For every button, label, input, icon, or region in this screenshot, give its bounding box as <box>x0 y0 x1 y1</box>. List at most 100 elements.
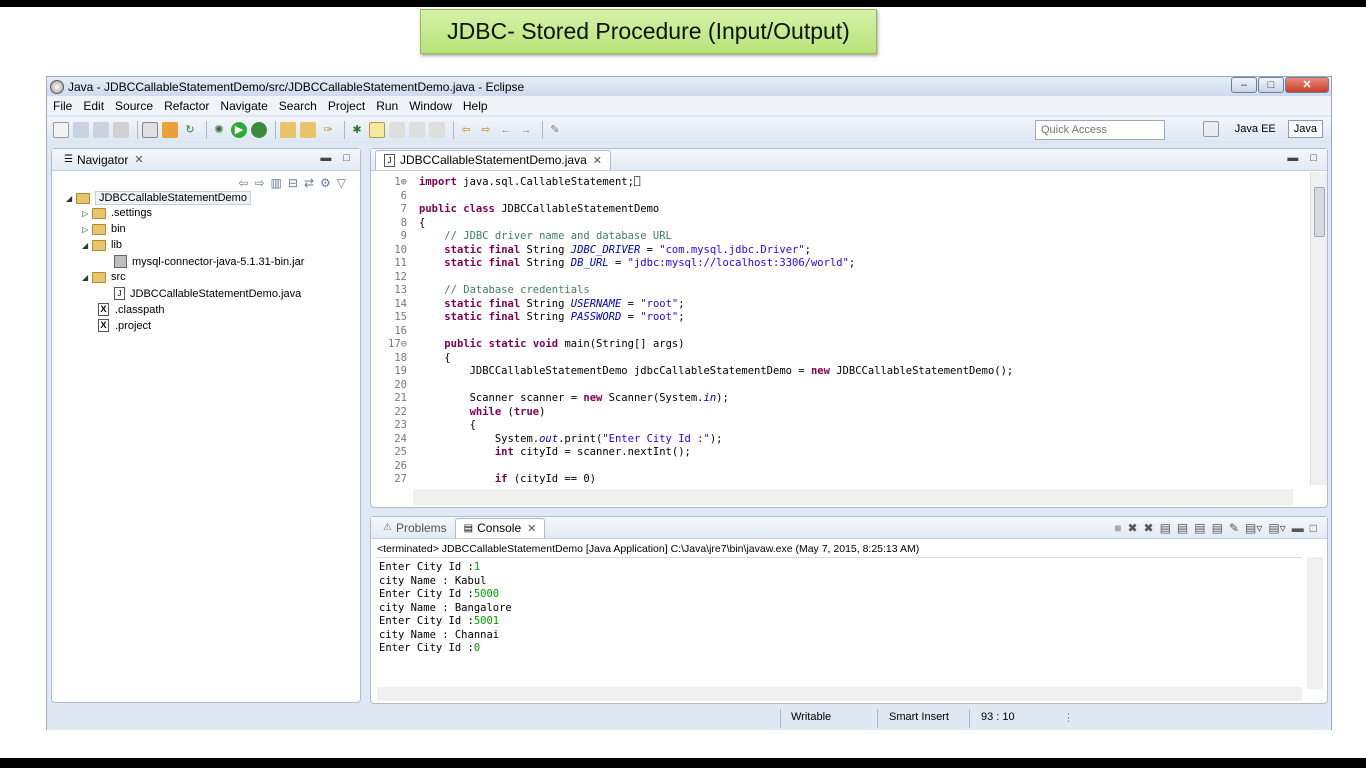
close-icon[interactable]: ✕ <box>134 153 143 166</box>
pin-console-icon[interactable]: ✎ <box>1229 521 1239 535</box>
expanded-arrow-icon[interactable]: ◢ <box>66 194 76 203</box>
code-line[interactable]: 24 System.out.print("Enter City Id :"); <box>371 433 722 447</box>
menu-project[interactable]: Project <box>328 99 365 113</box>
maximize-button[interactable]: □ <box>1258 77 1284 93</box>
build-icon[interactable] <box>142 122 158 138</box>
annotation-icon[interactable]: ✱ <box>349 122 365 138</box>
show-stdout-icon[interactable]: ▤ <box>1212 521 1223 535</box>
collapse-all-icon[interactable]: ⊟ <box>288 176 298 190</box>
prev-annotation-icon[interactable] <box>409 122 425 138</box>
expanded-arrow-icon[interactable]: ◢ <box>82 273 92 282</box>
tree-item-java-file[interactable]: J JDBCCallableStatementDemo.java <box>114 287 301 300</box>
code-line[interactable]: 12 <box>371 271 419 285</box>
minimize-view-icon[interactable]: ▬ <box>320 152 331 164</box>
code-line[interactable]: 1⊕ import java.sql.CallableStatement;⎕ <box>371 176 640 190</box>
tree-item-classpath[interactable]: X .classpath <box>98 303 165 316</box>
maximize-view-icon[interactable]: □ <box>1310 521 1317 535</box>
code-line[interactable]: 11 static final String DB_URL = "jdbc:my… <box>371 257 855 271</box>
tree-item-lib[interactable]: ◢ lib <box>82 239 122 251</box>
tree-item-project-file[interactable]: X .project <box>98 319 151 332</box>
code-line[interactable]: 17⊖ public static void main(String[] arg… <box>371 338 685 352</box>
tab-editor-file[interactable]: J JDBCCallableStatementDemo.java ✕ <box>375 149 611 170</box>
perspective-java-ee[interactable]: Java EE <box>1229 120 1282 138</box>
tree-item-settings[interactable]: ▷ .settings <box>82 207 152 219</box>
title-bar[interactable]: Java - JDBCCallableStatementDemo/src/JDB… <box>47 77 1331 96</box>
minimize-view-icon[interactable]: ▬ <box>1287 152 1298 164</box>
console-vertical-scrollbar[interactable] <box>1307 557 1323 689</box>
menu-navigate[interactable]: Navigate <box>220 99 267 113</box>
highlight-icon[interactable] <box>369 122 385 138</box>
pin-icon[interactable]: ✎ <box>547 122 563 138</box>
tree-item-project[interactable]: ◢ JDBCCallableStatementDemo <box>66 191 251 205</box>
next-annotation-icon[interactable] <box>429 122 445 138</box>
close-button[interactable]: ✕ <box>1285 77 1329 93</box>
editor-vertical-scrollbar[interactable] <box>1310 172 1327 485</box>
collapsed-arrow-icon[interactable]: ▷ <box>82 209 92 218</box>
menu-help[interactable]: Help <box>463 99 488 113</box>
code-line[interactable]: 23 { <box>371 419 476 433</box>
code-line[interactable]: 21 Scanner scanner = new Scanner(System.… <box>371 392 728 406</box>
forward-icon[interactable]: ⇨ <box>478 122 494 138</box>
forward-icon[interactable]: ⇨ <box>254 176 264 190</box>
search-icon[interactable]: ✑ <box>320 122 336 138</box>
link-editor-icon[interactable]: ⇄ <box>304 176 314 190</box>
menu-refactor[interactable]: Refactor <box>164 99 209 113</box>
close-icon[interactable]: ✕ <box>593 154 602 167</box>
code-line[interactable]: 19 JDBCCallableStatementDemo jdbcCallabl… <box>371 365 1013 379</box>
save-all-icon[interactable] <box>93 122 109 138</box>
open-perspective-icon[interactable] <box>1202 121 1219 137</box>
menu-file[interactable]: File <box>53 99 72 113</box>
menu-source[interactable]: Source <box>115 99 153 113</box>
clear-console-icon[interactable]: ▤ <box>1160 521 1171 535</box>
back-icon[interactable]: ⇦ <box>458 122 474 138</box>
code-line[interactable]: 22 while (true) <box>371 406 545 420</box>
scrollbar-thumb[interactable] <box>1314 187 1325 237</box>
remove-all-icon[interactable]: ✖ <box>1144 521 1154 535</box>
code-line[interactable]: 18 { <box>371 352 450 366</box>
maximize-view-icon[interactable]: □ <box>343 152 350 164</box>
menu-search[interactable]: Search <box>279 99 317 113</box>
toggle-icon[interactable] <box>389 122 405 138</box>
tab-problems[interactable]: ⚠ Problems <box>375 518 455 538</box>
minimize-button[interactable]: – <box>1231 77 1257 93</box>
display-console-icon[interactable]: ▤▿ <box>1245 521 1262 535</box>
tree-item-src[interactable]: ◢ src <box>82 271 126 283</box>
view-menu-icon[interactable]: ▽ <box>337 176 346 190</box>
editor-horizontal-scrollbar[interactable] <box>413 489 1293 505</box>
external-tools-icon[interactable] <box>251 122 267 138</box>
console-horizontal-scrollbar[interactable] <box>377 687 1302 701</box>
maximize-view-icon[interactable]: □ <box>1310 152 1317 164</box>
code-line[interactable]: 25 int cityId = scanner.nextInt(); <box>371 446 691 460</box>
code-line[interactable]: 10 static final String JDBC_DRIVER = "co… <box>371 244 811 258</box>
tree-item-bin[interactable]: ▷ bin <box>82 223 126 235</box>
code-line[interactable]: 15 static final String PASSWORD = "root"… <box>371 311 684 325</box>
menu-window[interactable]: Window <box>409 99 452 113</box>
collapsed-arrow-icon[interactable]: ▷ <box>82 225 92 234</box>
code-line[interactable]: 6 <box>371 190 419 204</box>
back-nav-icon[interactable]: ← <box>498 122 514 138</box>
tree-item-jar[interactable]: mysql-connector-java-5.1.31-bin.jar <box>114 255 304 268</box>
new-java-icon[interactable] <box>162 122 178 138</box>
back-icon[interactable]: ⇦ <box>238 176 248 190</box>
code-line[interactable]: 7 public class JDBCCallableStatementDemo <box>371 203 660 217</box>
remove-launch-icon[interactable]: ✖ <box>1127 521 1137 535</box>
terminate-icon[interactable]: ■ <box>1114 521 1121 535</box>
refresh-icon[interactable]: ↻ <box>182 122 198 138</box>
code-line[interactable]: 13 // Database credentials <box>371 284 589 298</box>
close-icon[interactable]: ✕ <box>527 522 536 535</box>
scroll-lock-icon[interactable]: ▤ <box>1177 521 1188 535</box>
quick-access-input[interactable] <box>1035 120 1165 140</box>
expanded-arrow-icon[interactable]: ◢ <box>82 241 92 250</box>
tab-navigator[interactable]: ☰ Navigator ✕ <box>56 150 152 170</box>
open-type-icon[interactable] <box>280 122 296 138</box>
minimize-view-icon[interactable]: ▬ <box>1292 521 1304 535</box>
debug-icon[interactable]: ✺ <box>211 122 227 138</box>
menu-edit[interactable]: Edit <box>83 99 104 113</box>
word-wrap-icon[interactable]: ▤ <box>1194 521 1205 535</box>
print-icon[interactable] <box>113 122 129 138</box>
up-icon[interactable]: ▥ <box>271 176 282 190</box>
forward-nav-icon[interactable]: → <box>518 122 534 138</box>
code-line[interactable]: 20 <box>371 379 419 393</box>
code-line[interactable]: 26 <box>371 460 419 474</box>
code-line[interactable]: 14 static final String USERNAME = "root"… <box>371 298 684 312</box>
